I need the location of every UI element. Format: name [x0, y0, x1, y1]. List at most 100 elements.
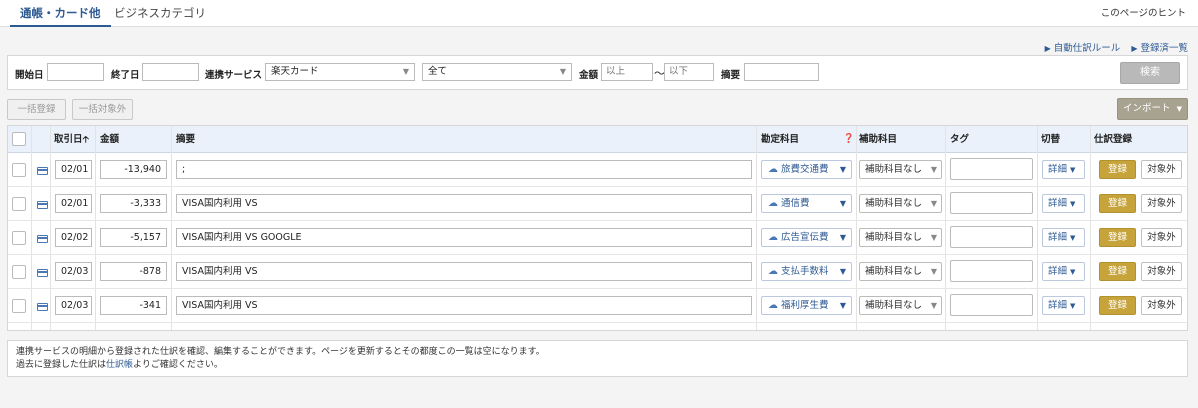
sub-account-value: 補助科目なし [865, 266, 923, 277]
service-label: 連携サービス [205, 70, 263, 81]
amount-input[interactable]: -341 [100, 296, 167, 315]
date-input[interactable]: 02/01 [55, 194, 92, 213]
amount-max-input[interactable]: 以下 [664, 63, 714, 81]
memo-input[interactable]: VISA国内利用 VS [176, 296, 752, 315]
header-memo: 摘要 [176, 134, 196, 145]
bulk-register-button[interactable]: 一括登録 [7, 99, 66, 120]
memo-input[interactable]: VISA国内利用 VS [176, 194, 752, 213]
account-select[interactable]: ☁ 支払手数料 ▼ [761, 262, 852, 281]
sub-account-select[interactable]: 補助科目なし ▼ [859, 160, 942, 179]
sub-account-select[interactable]: 補助科目なし ▼ [859, 296, 942, 315]
header-sub-account: 補助科目 [859, 134, 898, 145]
register-button[interactable]: 登録 [1099, 228, 1136, 247]
sub-account-select[interactable]: 補助科目なし ▼ [859, 228, 942, 247]
header-date[interactable]: 取引日🡡 [54, 126, 89, 153]
import-button-label: インポート [1123, 103, 1171, 114]
detail-button[interactable]: 詳細 ▼ [1042, 160, 1085, 179]
search-button[interactable]: 検索 [1120, 62, 1180, 84]
account-value: 支払手数料 [781, 266, 829, 277]
detail-label: 詳細 [1048, 232, 1068, 243]
chevron-right-icon: ▶ [1044, 44, 1051, 53]
start-date-input[interactable] [47, 63, 104, 81]
journal-link[interactable]: 仕訳帳 [106, 360, 133, 370]
exclude-button[interactable]: 対象外 [1141, 228, 1182, 247]
end-date-input[interactable] [142, 63, 199, 81]
amount-input[interactable]: -878 [100, 262, 167, 281]
memo-input[interactable] [744, 63, 819, 81]
register-button[interactable]: 登録 [1099, 262, 1136, 281]
cloud-icon: ☁ [768, 232, 778, 243]
detail-button[interactable]: 詳細 ▼ [1042, 296, 1085, 315]
start-date-label: 開始日 [15, 70, 44, 81]
exclude-button[interactable]: 対象外 [1141, 262, 1182, 281]
sub-account-value: 補助科目なし [865, 164, 923, 175]
memo-label: 摘要 [721, 70, 741, 81]
chevron-down-icon: ▼ [559, 67, 566, 76]
table-row: 02/02 -5,157 VISA国内利用 VS GOOGLE ☁ 広告宣伝費 ▼ … [8, 221, 1187, 255]
amount-input[interactable]: -3,333 [100, 194, 167, 213]
registered-list-link[interactable]: 登録済一覧 [1140, 43, 1188, 54]
auto-rules-link[interactable]: 自動仕訳ルール [1054, 43, 1121, 54]
header-date-label: 取引日 [54, 134, 83, 145]
caret-down-icon: ▼ [1070, 268, 1076, 276]
amount-input[interactable]: -5,157 [100, 228, 167, 247]
tab-business-category[interactable]: ビジネスカテゴリ [104, 0, 216, 27]
chevron-down-icon: ▼ [839, 233, 846, 242]
account-select[interactable]: ☁ 福利厚生費 ▼ [761, 296, 852, 315]
date-input[interactable]: 02/02 [55, 228, 92, 247]
cloud-icon: ☁ [768, 300, 778, 311]
account-select[interactable]: ☁ 旅費交通費 ▼ [761, 160, 852, 179]
header-tag: タグ [950, 134, 970, 145]
exclude-button[interactable]: 対象外 [1141, 296, 1182, 315]
memo-input[interactable]: VISA国内利用 VS GOOGLE [176, 228, 752, 247]
tag-input[interactable] [950, 226, 1033, 248]
row-checkbox[interactable] [12, 299, 26, 313]
account-value: 旅費交通費 [781, 164, 829, 175]
tag-input[interactable] [950, 158, 1033, 180]
account-value: 通信費 [781, 198, 810, 209]
account-select[interactable]: ☁ 広告宣伝費 ▼ [761, 228, 852, 247]
chevron-down-icon: ▼ [930, 199, 937, 208]
select-all-checkbox[interactable] [12, 132, 26, 146]
bulk-exclude-button[interactable]: 一括対象外 [72, 99, 133, 120]
sub-account-select[interactable]: 補助科目なし ▼ [859, 262, 942, 281]
note-line-1: 連携サービスの明細から登録された仕訳を確認、編集することができます。ページを更新… [16, 347, 545, 357]
sub-account-select[interactable]: 補助科目なし ▼ [859, 194, 942, 213]
sub-account-value: 補助科目なし [865, 232, 923, 243]
header-account: 勘定科目 [761, 134, 800, 145]
top-links: ▶ 自動仕訳ルール ▶ 登録済一覧 [1037, 40, 1188, 54]
date-input[interactable]: 02/01 [55, 160, 92, 179]
row-checkbox[interactable] [12, 265, 26, 279]
tag-input[interactable] [950, 294, 1033, 316]
status-select[interactable]: 全て ▼ [422, 63, 572, 81]
register-button[interactable]: 登録 [1099, 194, 1136, 213]
import-button[interactable]: インポート ▼ [1117, 98, 1188, 120]
detail-button[interactable]: 詳細 ▼ [1042, 194, 1085, 213]
tag-input[interactable] [950, 192, 1033, 214]
register-button[interactable]: 登録 [1099, 296, 1136, 315]
amount-min-input[interactable]: 以上 [601, 63, 653, 81]
date-input[interactable]: 02/03 [55, 296, 92, 315]
exclude-button[interactable]: 対象外 [1141, 194, 1182, 213]
detail-button[interactable]: 詳細 ▼ [1042, 262, 1085, 281]
note-suffix: よりご確認ください。 [133, 360, 223, 370]
question-circle-icon[interactable]: ❓ [843, 126, 854, 153]
memo-input[interactable]: VISA国内利用 VS [176, 262, 752, 281]
register-button[interactable]: 登録 [1099, 160, 1136, 179]
row-checkbox[interactable] [12, 163, 26, 177]
transactions-table: 取引日🡡 金額 摘要 勘定科目 ❓ 補助科目 タグ 切替 仕訳登録 02/01 … [7, 125, 1188, 331]
caret-down-icon: ▼ [1070, 200, 1076, 208]
tag-input[interactable] [950, 260, 1033, 282]
page-hint-link[interactable]: このページのヒント [1101, 0, 1186, 27]
service-select[interactable]: 楽天カード ▼ [265, 63, 415, 81]
amount-input[interactable]: -13,940 [100, 160, 167, 179]
row-checkbox[interactable] [12, 231, 26, 245]
detail-button[interactable]: 詳細 ▼ [1042, 228, 1085, 247]
row-checkbox[interactable] [12, 197, 26, 211]
memo-input[interactable]: ; [176, 160, 752, 179]
tab-accounts-cards[interactable]: 通帳・カード他 [10, 0, 111, 27]
exclude-button[interactable]: 対象外 [1141, 160, 1182, 179]
account-select[interactable]: ☁ 通信費 ▼ [761, 194, 852, 213]
date-input[interactable]: 02/03 [55, 262, 92, 281]
header-toggle: 切替 [1041, 134, 1061, 145]
